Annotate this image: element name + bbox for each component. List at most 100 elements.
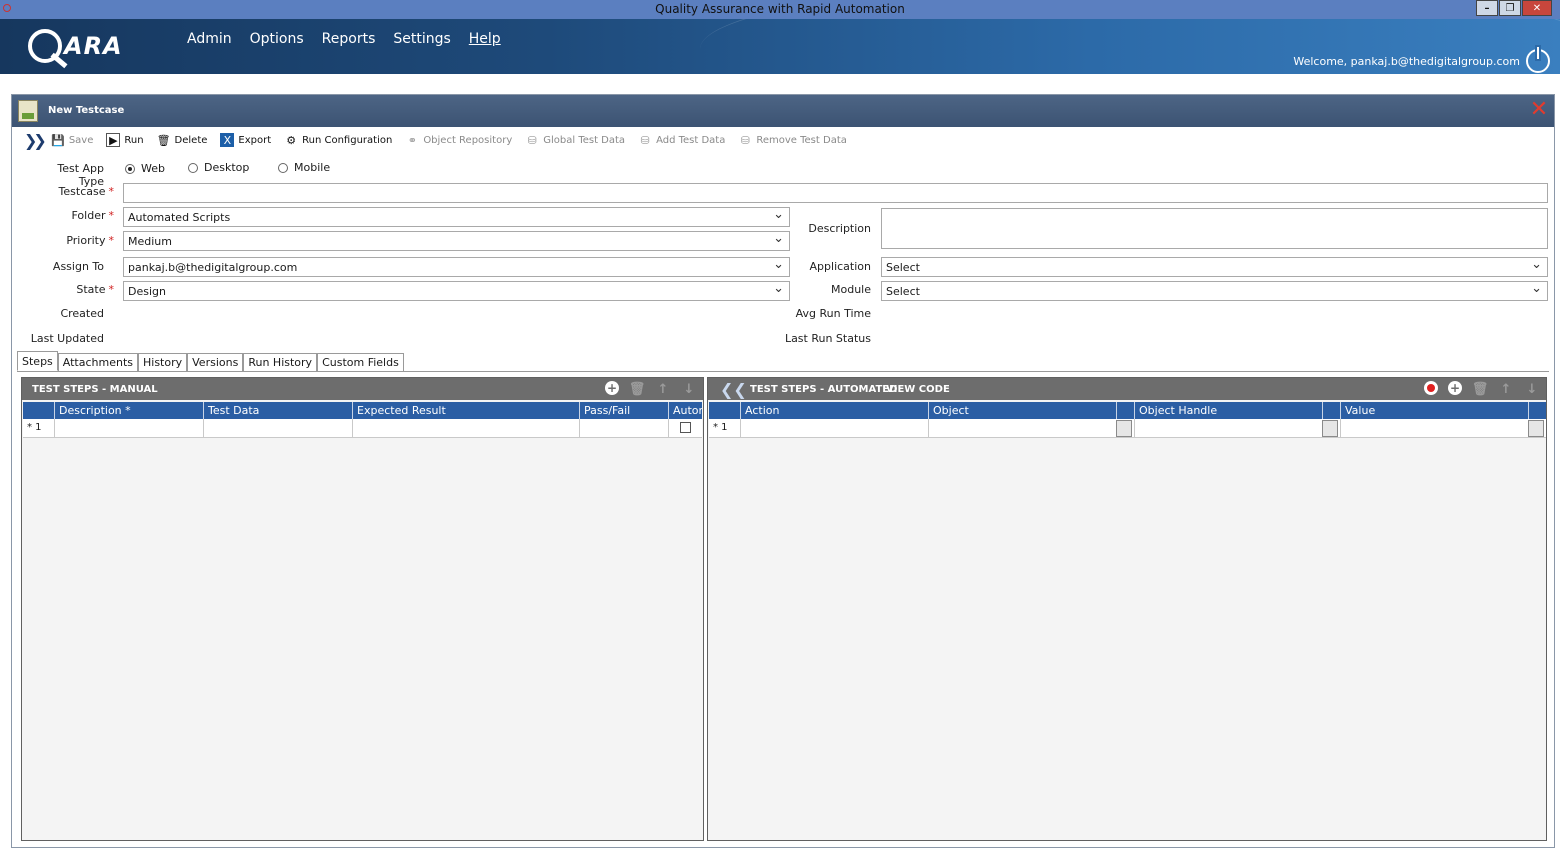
- power-icon[interactable]: [1526, 47, 1550, 73]
- play-icon: ▶: [106, 133, 121, 147]
- priority-select[interactable]: Medium: [123, 231, 790, 251]
- remove-test-data-button[interactable]: ⛁ Remove Test Data: [738, 133, 847, 147]
- automated-steps-header: ❮❮ TEST STEPS - AUTOMATED VIEW CODE + 🗑 …: [708, 378, 1546, 400]
- menu-help[interactable]: Help: [469, 31, 501, 47]
- global-test-data-button[interactable]: ⛁ Global Test Data: [525, 133, 625, 147]
- cell-expected-result[interactable]: [353, 419, 580, 438]
- object-picker-button[interactable]: [1116, 420, 1132, 437]
- manual-columns: Description * Test Data Expected Result …: [23, 402, 702, 419]
- object-repository-button[interactable]: ⚭ Object Repository: [405, 133, 513, 147]
- automated-steps-title: TEST STEPS - AUTOMATED: [750, 384, 898, 395]
- folder-label: Folder *: [71, 209, 115, 222]
- cell-automated: [669, 419, 702, 438]
- tab-strip: Steps Attachments History Versions Run H…: [17, 351, 404, 371]
- add-step-icon[interactable]: +: [605, 381, 619, 395]
- cell-action[interactable]: [741, 419, 929, 438]
- panel-header: New Testcase ✕: [12, 95, 1554, 127]
- auto-move-down-icon[interactable]: ↓: [1524, 381, 1540, 397]
- run-button[interactable]: ▶ Run: [106, 133, 144, 147]
- delete-step-icon[interactable]: 🗑: [629, 381, 646, 397]
- run-configuration-button[interactable]: ⚙ Run Configuration: [284, 133, 392, 147]
- tab-custom-fields[interactable]: Custom Fields: [317, 353, 404, 371]
- state-label: State *: [76, 283, 114, 296]
- add-test-data-button[interactable]: ⛁ Add Test Data: [638, 133, 725, 147]
- delete-button[interactable]: 🗑 Delete: [157, 133, 208, 147]
- panel-close-icon[interactable]: ✕: [1528, 99, 1550, 121]
- automated-steps-grid: ❮❮ TEST STEPS - AUTOMATED VIEW CODE + 🗑 …: [707, 377, 1547, 841]
- cell-value[interactable]: [1341, 419, 1546, 438]
- binoculars-icon: ⚭: [407, 133, 417, 147]
- expand-chevron-icon[interactable]: ❯❯: [24, 131, 47, 150]
- cell-description[interactable]: [55, 419, 204, 438]
- col-value[interactable]: Value: [1341, 402, 1529, 419]
- export-button[interactable]: X Export: [220, 133, 271, 147]
- tab-steps[interactable]: Steps: [17, 351, 58, 371]
- window-title: Quality Assurance with Rapid Automation: [655, 2, 905, 16]
- tab-attachments[interactable]: Attachments: [57, 353, 138, 371]
- radio-desktop[interactable]: Desktop: [188, 161, 249, 174]
- automated-checkbox[interactable]: [680, 422, 691, 433]
- col-description[interactable]: Description *: [55, 402, 204, 419]
- window-titlebar: Quality Assurance with Rapid Automation …: [0, 0, 1560, 19]
- tab-history[interactable]: History: [138, 353, 188, 371]
- cell-pass-fail[interactable]: [580, 419, 669, 438]
- excel-icon: X: [220, 133, 235, 147]
- delete-auto-step-icon[interactable]: 🗑: [1472, 381, 1489, 397]
- move-up-icon[interactable]: ↑: [655, 381, 671, 397]
- save-button[interactable]: 💾 Save: [51, 133, 93, 147]
- menu-settings[interactable]: Settings: [393, 31, 450, 47]
- col-automated[interactable]: Autor: [669, 402, 702, 419]
- value-picker-button[interactable]: [1528, 420, 1544, 437]
- module-select[interactable]: Select: [881, 281, 1548, 301]
- col-test-data[interactable]: Test Data: [204, 402, 353, 419]
- testcase-document-icon: [18, 100, 38, 122]
- table-row: * 1: [23, 419, 702, 438]
- menu-reports[interactable]: Reports: [322, 31, 376, 47]
- col-object-handle[interactable]: Object Handle: [1135, 402, 1323, 419]
- last-run-status-label: Last Run Status: [784, 332, 871, 345]
- last-updated-label: Last Updated: [30, 332, 104, 345]
- trash-icon: 🗑: [156, 133, 171, 147]
- created-label: Created: [60, 307, 104, 320]
- radio-mobile[interactable]: Mobile: [278, 161, 330, 174]
- add-auto-step-icon[interactable]: +: [1448, 381, 1462, 395]
- close-window-button[interactable]: ✕: [1522, 0, 1552, 16]
- col-expected-result[interactable]: Expected Result: [353, 402, 580, 419]
- record-icon[interactable]: [1424, 381, 1438, 395]
- col-pass-fail[interactable]: Pass/Fail: [580, 402, 669, 419]
- col-object[interactable]: Object: [929, 402, 1117, 419]
- qara-logo: ARA: [28, 28, 123, 64]
- assign-to-select[interactable]: pankaj.b@thedigitalgroup.com: [123, 257, 790, 277]
- state-select[interactable]: Design: [123, 281, 790, 301]
- folder-select[interactable]: Automated Scripts: [123, 207, 790, 227]
- application-select[interactable]: Select: [881, 257, 1548, 277]
- cell-object-handle[interactable]: [1135, 419, 1341, 438]
- restore-button[interactable]: ❐: [1499, 0, 1521, 16]
- collapse-chevron-icon[interactable]: ❮❮: [720, 380, 747, 399]
- menu-admin[interactable]: Admin: [187, 31, 232, 47]
- database-icon: ⛁: [527, 133, 537, 147]
- col-action[interactable]: Action: [741, 402, 929, 419]
- auto-move-up-icon[interactable]: ↑: [1498, 381, 1514, 397]
- automated-columns: Action Object Object Handle Value: [709, 402, 1546, 419]
- cell-test-data[interactable]: [204, 419, 353, 438]
- menu-options[interactable]: Options: [250, 31, 304, 47]
- module-label: Module: [831, 283, 871, 296]
- testcase-label: Testcase *: [58, 185, 114, 198]
- radio-web[interactable]: Web: [125, 162, 165, 175]
- table-row: * 1: [709, 419, 1546, 438]
- priority-label: Priority *: [66, 234, 114, 247]
- testcase-input[interactable]: [123, 183, 1548, 203]
- move-down-icon[interactable]: ↓: [681, 381, 697, 397]
- row-marker: * 1: [709, 419, 741, 438]
- object-handle-picker-button[interactable]: [1322, 420, 1338, 437]
- minimize-button[interactable]: –: [1476, 0, 1498, 16]
- toolbar: ❯❯ 💾 Save ▶ Run 🗑 Delete X Export ⚙ Run Confi…: [24, 131, 860, 150]
- app-header: ARA Admin Options Reports Settings Help …: [0, 19, 1560, 74]
- tab-run-history[interactable]: Run History: [243, 353, 318, 371]
- q-logo-icon: [28, 29, 62, 63]
- description-textarea[interactable]: [881, 208, 1548, 249]
- tab-versions[interactable]: Versions: [187, 353, 244, 371]
- view-code-link[interactable]: VIEW CODE: [886, 384, 950, 395]
- cell-object[interactable]: [929, 419, 1135, 438]
